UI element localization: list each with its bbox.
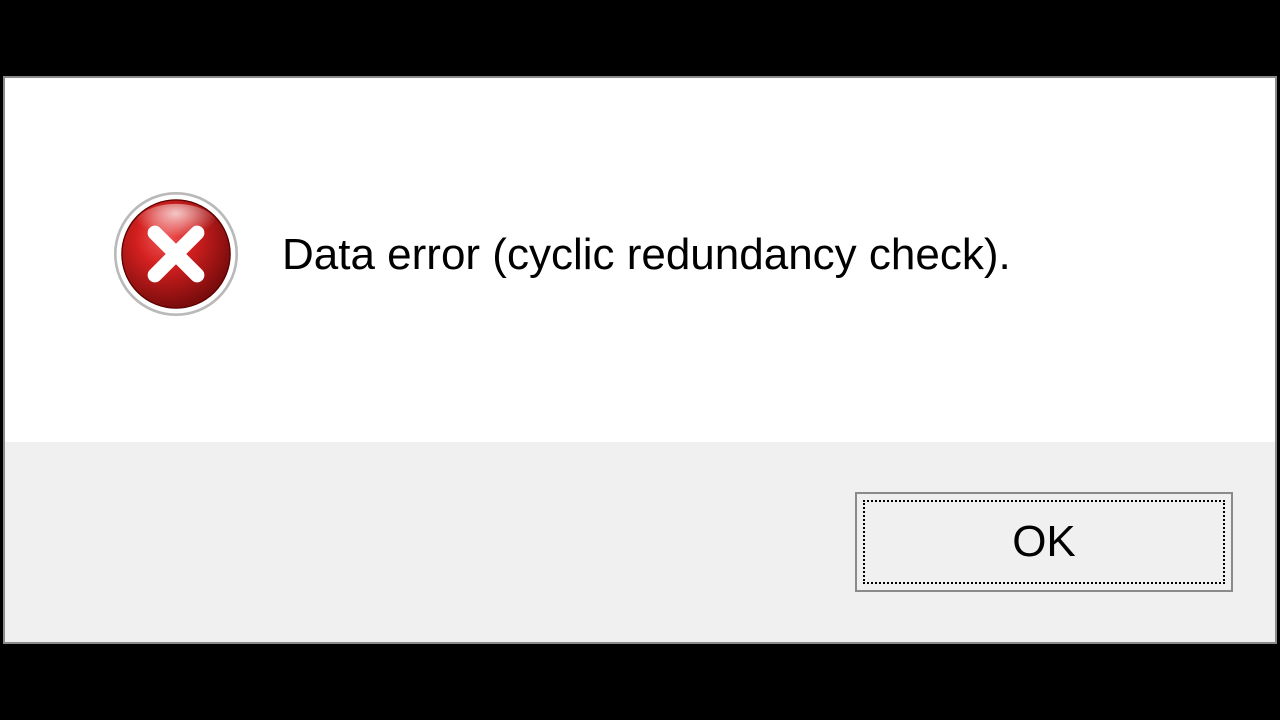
error-dialog: Data error (cyclic redundancy check). OK — [3, 76, 1277, 644]
ok-button[interactable]: OK — [855, 492, 1233, 592]
dialog-body: Data error (cyclic redundancy check). — [5, 78, 1275, 442]
error-x-icon — [110, 188, 242, 320]
error-message: Data error (cyclic redundancy check). — [282, 226, 1011, 283]
ok-button-label: OK — [1012, 517, 1076, 567]
dialog-footer: OK — [5, 442, 1275, 642]
